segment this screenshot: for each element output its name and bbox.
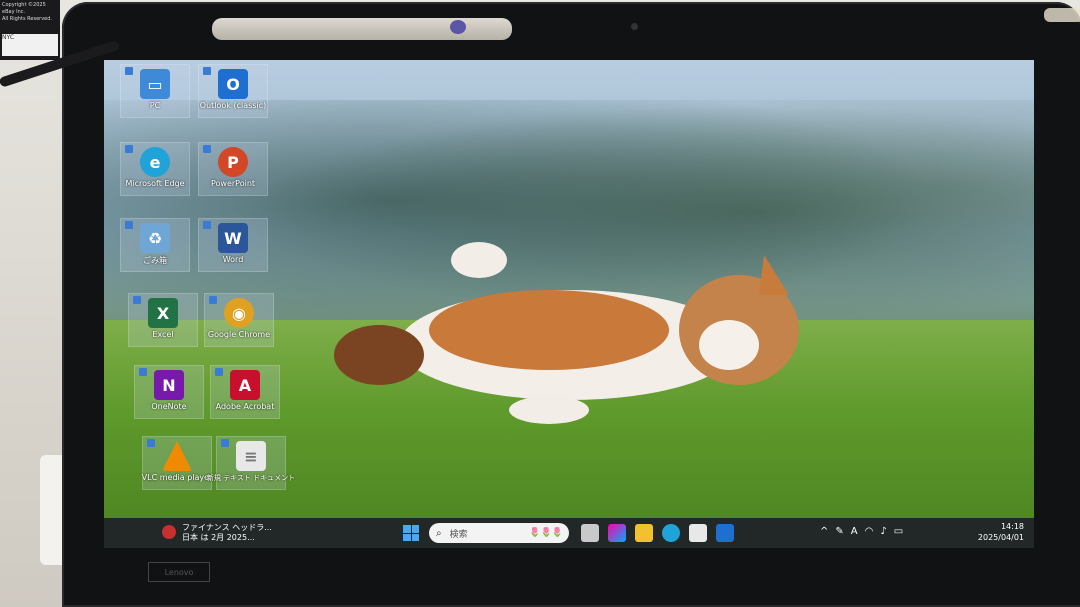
select-checkbox[interactable] [203, 67, 211, 75]
lenovo-logo-text: Lenovo [164, 567, 194, 577]
store-icon[interactable] [689, 524, 707, 542]
chrome-icon: ◉ [224, 298, 254, 328]
desktop-icon-label: PC [149, 101, 161, 110]
select-checkbox[interactable] [125, 145, 133, 153]
desktop-icon-label: ごみ箱 [143, 256, 167, 265]
desktop-icon-label: 新規 テキスト ドキュメント [206, 474, 296, 482]
select-checkbox[interactable] [147, 439, 155, 447]
vlc-icon [162, 441, 192, 471]
edge-icon: e [140, 147, 170, 177]
cat-wallpaper-image [334, 242, 799, 424]
edge-taskbar-icon[interactable] [662, 524, 680, 542]
desktop-icon-label: Adobe Acrobat [215, 402, 275, 411]
battery-icon[interactable]: ▭ [894, 526, 910, 537]
search-highlight-icon: 🌷🌷🌷 [529, 528, 563, 538]
desktop-icon-label: Outlook (classic) [199, 101, 267, 110]
search-icon: ⌕ [436, 527, 442, 539]
corner-device: Copyright ©2025 eBay Inc. All Rights Res… [0, 0, 60, 60]
system-tray: ^✎A◠♪▭ [820, 526, 910, 537]
search-box[interactable]: ⌕ 検索 🌷🌷🌷 [429, 523, 569, 543]
desktop-icon-label: Excel [152, 330, 174, 339]
onenote-icon: N [154, 370, 184, 400]
sensor-icon [631, 23, 638, 30]
select-checkbox[interactable] [125, 221, 133, 229]
word-icon: W [218, 223, 248, 253]
outlook-taskbar-icon[interactable] [716, 524, 734, 542]
desktop-icon-area: ▭ PC O Outlook (classic) e Microsoft Edg… [104, 60, 304, 500]
clock-date: 2025/04/01 [977, 533, 1024, 542]
desktop-icon-onenote[interactable]: N OneNote [134, 365, 204, 419]
desktop-icon-acrobat[interactable]: A Adobe Acrobat [210, 365, 280, 419]
select-checkbox[interactable] [209, 296, 217, 304]
select-checkbox[interactable] [133, 296, 141, 304]
excel-icon: X [148, 298, 178, 328]
recycle-bin-icon: ♻ [140, 223, 170, 253]
news-widget-icon[interactable] [162, 525, 176, 539]
clock-time: 14:18 [1000, 522, 1024, 531]
outlook-icon: O [218, 69, 248, 99]
powerpoint-icon: P [218, 147, 248, 177]
news-title: ファイナンス ヘッドラ... [182, 523, 272, 532]
camera-icon [450, 20, 466, 34]
taskbar: ファイナンス ヘッドラ... 日本 は 2月 2025... ⌕ 検索 🌷🌷🌷 … [104, 518, 1034, 548]
task-view-icon[interactable] [581, 524, 599, 542]
desktop-icon-label: VLC media player [141, 473, 213, 482]
desktop-icon-powerpoint[interactable]: P PowerPoint [198, 142, 268, 196]
news-subtitle: 日本 は 2月 2025... [182, 533, 255, 542]
chevron-up-icon[interactable]: ^ [820, 526, 835, 537]
lenovo-logo: Lenovo [148, 562, 210, 582]
desktop-icon-word[interactable]: W Word [198, 218, 268, 272]
search-placeholder: 検索 [449, 529, 468, 540]
bezel-reflection [212, 18, 512, 40]
pc-icon: ▭ [140, 69, 170, 99]
copilot-icon[interactable] [608, 524, 626, 542]
desktop-icon-label: Microsoft Edge [125, 179, 185, 188]
select-checkbox[interactable] [203, 221, 211, 229]
select-checkbox[interactable] [125, 67, 133, 75]
text-document-icon: ≡ [236, 441, 266, 471]
bezel-glare [1044, 8, 1080, 22]
desktop-icon-chrome[interactable]: ◉ Google Chrome [204, 293, 274, 347]
pen-icon[interactable]: ✎ [835, 526, 850, 537]
corner-device-badge-text: NYC [2, 34, 15, 41]
desktop-icon-recycle-bin[interactable]: ♻ ごみ箱 [120, 218, 190, 272]
desktop-icon-edge[interactable]: e Microsoft Edge [120, 142, 190, 196]
desktop-icon-outlook[interactable]: O Outlook (classic) [198, 64, 268, 118]
desktop-icon-vlc[interactable]: VLC media player [142, 436, 212, 490]
volume-icon[interactable]: ♪ [880, 526, 893, 537]
select-checkbox[interactable] [139, 368, 147, 376]
desktop-icon-label: PowerPoint [210, 179, 256, 188]
desktop-icon-label: OneNote [151, 402, 187, 411]
desktop-icon-pc[interactable]: ▭ PC [120, 64, 190, 118]
desktop-icon-label: Word [222, 255, 244, 264]
news-widget[interactable]: ファイナンス ヘッドラ... 日本 は 2月 2025... [182, 523, 272, 543]
file-explorer-icon[interactable] [635, 524, 653, 542]
desktop-screen[interactable]: ▭ PC O Outlook (classic) e Microsoft Edg… [104, 60, 1034, 548]
start-button[interactable] [403, 525, 419, 541]
corner-device-line1: Copyright ©2025 eBay Inc. [2, 2, 46, 15]
clock[interactable]: 14:18 2025/04/01 [978, 521, 1024, 543]
ime-indicator[interactable]: A [851, 526, 865, 537]
select-checkbox[interactable] [215, 368, 223, 376]
desktop-icon-label: Google Chrome [207, 330, 271, 339]
corner-device-badge: NYC [2, 34, 58, 56]
wifi-icon[interactable]: ◠ [865, 526, 881, 537]
desktop-icon-text-document[interactable]: ≡ 新規 テキスト ドキュメント [207, 436, 295, 490]
corner-device-line2: All Rights Reserved. [2, 16, 53, 22]
desktop-icon-excel[interactable]: X Excel [128, 293, 198, 347]
select-checkbox[interactable] [221, 439, 229, 447]
select-checkbox[interactable] [203, 145, 211, 153]
acrobat-icon: A [230, 370, 260, 400]
